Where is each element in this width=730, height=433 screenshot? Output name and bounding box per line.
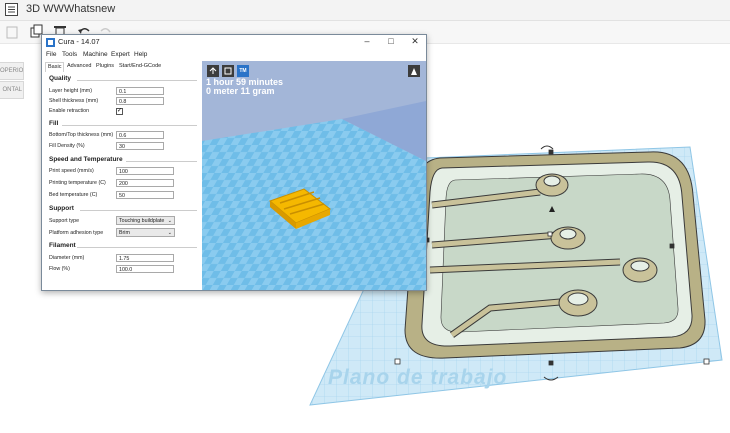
retraction-checkbox[interactable]: ✓ — [116, 108, 123, 115]
divider — [77, 80, 197, 81]
view-mode-icon[interactable] — [408, 65, 420, 77]
bottom-top-thickness-label: Bottom/Top thickness (mm) — [49, 132, 114, 138]
layer-height-label: Layer height (mm) — [49, 88, 92, 94]
view-button-front[interactable]: ONTAL — [0, 81, 24, 99]
print-speed-label: Print speed (mm/s) — [49, 168, 94, 174]
hamburger-menu-icon[interactable] — [5, 3, 18, 16]
cura-3d-viewport[interactable]: TM 1 hour 59 minutes 0 meter 11 gram — [202, 61, 426, 290]
printing-temperature-label: Printing temperature (C) — [49, 180, 106, 186]
retraction-label: Enable retraction — [49, 108, 90, 114]
bed-temperature-field[interactable]: 50 — [116, 191, 174, 199]
menu-tools[interactable]: Tools — [62, 51, 77, 58]
paste-icon[interactable] — [4, 24, 20, 40]
cura-window: Cura - 14.07 – □ ✕ File Tools Machine Ex… — [41, 34, 427, 291]
app-titlebar: 3D WWWhatsnew — [0, 0, 730, 21]
printing-temperature-field[interactable]: 200 — [116, 179, 174, 187]
diameter-label: Diameter (mm) — [49, 255, 85, 261]
fill-density-label: Fill Density (%) — [49, 143, 85, 149]
cura-app-icon — [46, 38, 55, 47]
app-title: 3D WWWhatsnew — [26, 3, 116, 15]
minimize-icon[interactable]: – — [360, 36, 374, 46]
close-icon[interactable]: ✕ — [408, 36, 422, 47]
menu-help[interactable]: Help — [134, 51, 147, 58]
platform-adhesion-select[interactable]: Brim ⌄ — [116, 228, 175, 237]
support-type-label: Support type — [49, 218, 80, 224]
filament-usage-text: 0 meter 11 gram — [206, 86, 275, 96]
cura-window-title: Cura - 14.07 — [58, 37, 100, 46]
divider — [80, 210, 197, 211]
diameter-field[interactable]: 1.75 — [116, 254, 174, 262]
platform-adhesion-value: Brim — [119, 230, 130, 236]
chevron-down-icon: ⌄ — [167, 230, 172, 236]
tab-plugins[interactable]: Plugins — [94, 62, 116, 71]
flow-field[interactable]: 100.0 — [116, 265, 174, 273]
platform-adhesion-label: Platform adhesion type — [49, 230, 104, 236]
menu-expert[interactable]: Expert — [111, 51, 130, 58]
view-button-top[interactable]: OPERIOR — [0, 62, 24, 80]
layer-height-field[interactable]: 0.1 — [116, 87, 164, 95]
section-support: Support — [49, 205, 74, 212]
shell-thickness-field[interactable]: 0.8 — [116, 97, 164, 105]
maximize-icon[interactable]: □ — [384, 36, 398, 46]
tab-basic[interactable]: Basic — [45, 62, 65, 72]
flow-label: Flow (%) — [49, 266, 70, 272]
support-type-select[interactable]: Touching buildplate ⌄ — [116, 216, 175, 225]
workplane-label: Plano de trabajo — [328, 366, 508, 389]
divider — [126, 161, 197, 162]
divider — [62, 125, 197, 126]
tinkercad-part — [404, 151, 706, 359]
bed-temperature-label: Bed temperature (C) — [49, 192, 98, 198]
chevron-down-icon: ⌄ — [167, 218, 172, 224]
cura-titlebar: Cura - 14.07 – □ ✕ — [42, 35, 426, 50]
section-fill: Fill — [49, 120, 59, 127]
print-speed-field[interactable]: 100 — [116, 167, 174, 175]
bottom-top-thickness-field[interactable]: 0.6 — [116, 131, 164, 139]
section-speed-temperature: Speed and Temperature — [49, 156, 123, 163]
menu-file[interactable]: File — [46, 51, 56, 58]
section-filament: Filament — [49, 242, 76, 249]
section-quality: Quality — [49, 75, 72, 82]
cura-menubar: File Tools Machine Expert Help — [42, 50, 426, 61]
rotate-handle-top — [540, 145, 554, 150]
save-toolpath-icon[interactable] — [222, 65, 234, 77]
shell-thickness-label: Shell thickness (mm) — [49, 98, 99, 104]
tab-advanced[interactable]: Advanced — [65, 62, 93, 71]
menu-machine[interactable]: Machine — [83, 51, 108, 58]
support-type-value: Touching buildplate — [119, 218, 165, 224]
tab-start-end-gcode[interactable]: Start/End-GCode — [117, 62, 163, 71]
fill-density-field[interactable]: 30 — [116, 142, 164, 150]
load-model-icon[interactable] — [207, 65, 219, 77]
divider — [77, 247, 197, 248]
youmagine-button[interactable]: TM — [237, 65, 249, 77]
